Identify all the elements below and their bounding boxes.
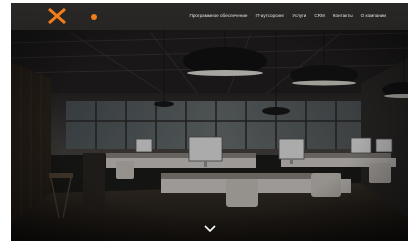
nav-item-about[interactable]: О компании [361,13,386,18]
nav-item-it-outsourcing[interactable]: IT-аутсорсинг [255,13,284,18]
header-bar: Программное обеспечение IT-аутсорсинг Ус… [11,3,408,30]
nav-item-crm[interactable]: CRM [314,13,324,18]
nav-item-services[interactable]: Услуги [292,13,306,18]
main-nav: Программное обеспечение IT-аутсорсинг Ус… [190,13,386,18]
hero-banner: Программное обеспечение IT-аутсорсинг Ус… [11,3,408,241]
nav-item-software[interactable]: Программное обеспечение [190,13,248,18]
brand-logo[interactable] [46,7,104,25]
chevron-down-icon[interactable] [203,224,217,233]
nav-item-contacts[interactable]: Контакты [333,13,353,18]
page: Программное обеспечение IT-аутсорсинг Ус… [0,0,418,242]
office-interior-image [11,3,408,241]
